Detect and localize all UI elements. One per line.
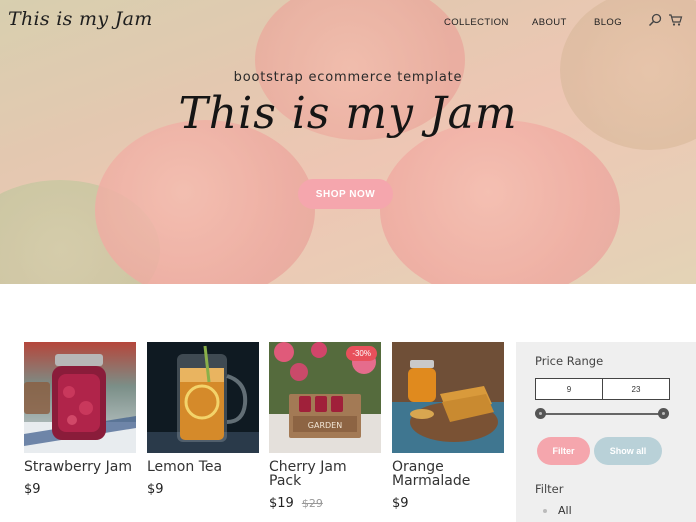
- filter-title: Filter: [535, 482, 564, 496]
- nav-blog[interactable]: BLOG: [594, 17, 622, 28]
- product-name[interactable]: Lemon Tea: [147, 460, 259, 474]
- product-price-value: $9: [147, 482, 164, 497]
- price-min-input[interactable]: [536, 379, 602, 399]
- price-max-input[interactable]: [602, 379, 669, 399]
- product-old-price: $29: [301, 497, 323, 510]
- product-card[interactable]: Orange Marmalade $9: [392, 342, 504, 511]
- hero-overlay: [0, 0, 696, 284]
- product-card[interactable]: Lemon Tea $9: [147, 342, 259, 497]
- product-price: $19 $29: [269, 496, 381, 511]
- nav-collection[interactable]: COLLECTION: [444, 17, 509, 28]
- hero-subtitle: bootstrap ecommerce template: [233, 70, 463, 85]
- filter-item-all[interactable]: All: [543, 504, 572, 517]
- filter-button[interactable]: Filter: [537, 437, 590, 465]
- product-name[interactable]: Cherry Jam Pack: [269, 460, 381, 488]
- product-card[interactable]: GARDEN -30% Cherry Jam Pack $19 $29: [269, 342, 381, 511]
- slider-max-handle[interactable]: [658, 408, 669, 419]
- product-price: $9: [392, 496, 504, 511]
- slider-track: [541, 413, 663, 415]
- product-price-value: $19: [269, 496, 294, 511]
- price-range-slider[interactable]: [535, 408, 669, 420]
- hero-title: This is my Jam: [178, 88, 518, 139]
- product-price-value: $9: [24, 482, 41, 497]
- crate-label: GARDEN: [308, 421, 342, 430]
- filter-sidebar: Price Range Filter Show all Filter All: [516, 342, 696, 522]
- product-image-orange-marmalade[interactable]: [392, 342, 504, 453]
- site-logo[interactable]: This is my Jam: [8, 8, 153, 30]
- product-price-value: $9: [392, 496, 409, 511]
- cart-icon[interactable]: [668, 12, 683, 31]
- product-card[interactable]: Strawberry Jam $9: [24, 342, 136, 497]
- product-image-cherry-jam-pack[interactable]: GARDEN -30%: [269, 342, 381, 453]
- product-name[interactable]: Orange Marmalade: [392, 460, 504, 488]
- discount-badge: -30%: [346, 346, 377, 361]
- price-range-title: Price Range: [535, 354, 604, 368]
- filter-item-label: All: [558, 504, 572, 517]
- product-image-strawberry-jam[interactable]: [24, 342, 136, 453]
- search-icon[interactable]: [648, 12, 662, 31]
- price-range-inputs: [535, 378, 670, 400]
- nav-about[interactable]: ABOUT: [532, 17, 567, 28]
- product-price: $9: [24, 482, 136, 497]
- product-price: $9: [147, 482, 259, 497]
- bullet-icon: [543, 509, 547, 513]
- shop-now-button[interactable]: SHOP NOW: [298, 179, 393, 209]
- hero-banner: This is my Jam COLLECTION ABOUT BLOG boo…: [0, 0, 696, 284]
- product-image-lemon-tea[interactable]: [147, 342, 259, 453]
- product-name[interactable]: Strawberry Jam: [24, 460, 136, 474]
- slider-min-handle[interactable]: [535, 408, 546, 419]
- show-all-button[interactable]: Show all: [594, 437, 662, 465]
